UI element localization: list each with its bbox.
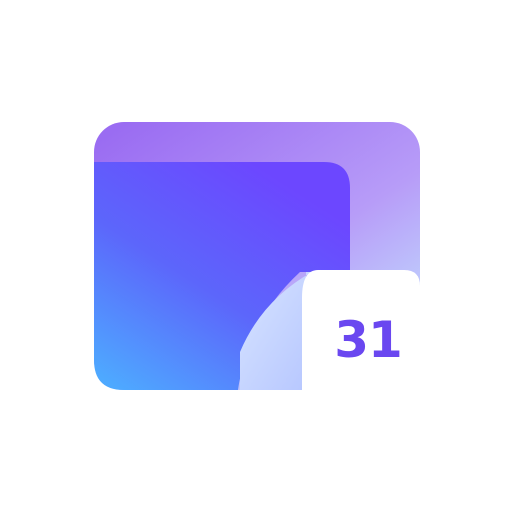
calendar-app-icon[interactable] — [0, 0, 512, 512]
canvas: 31 — [0, 0, 512, 512]
date-number: 31 — [334, 311, 403, 369]
